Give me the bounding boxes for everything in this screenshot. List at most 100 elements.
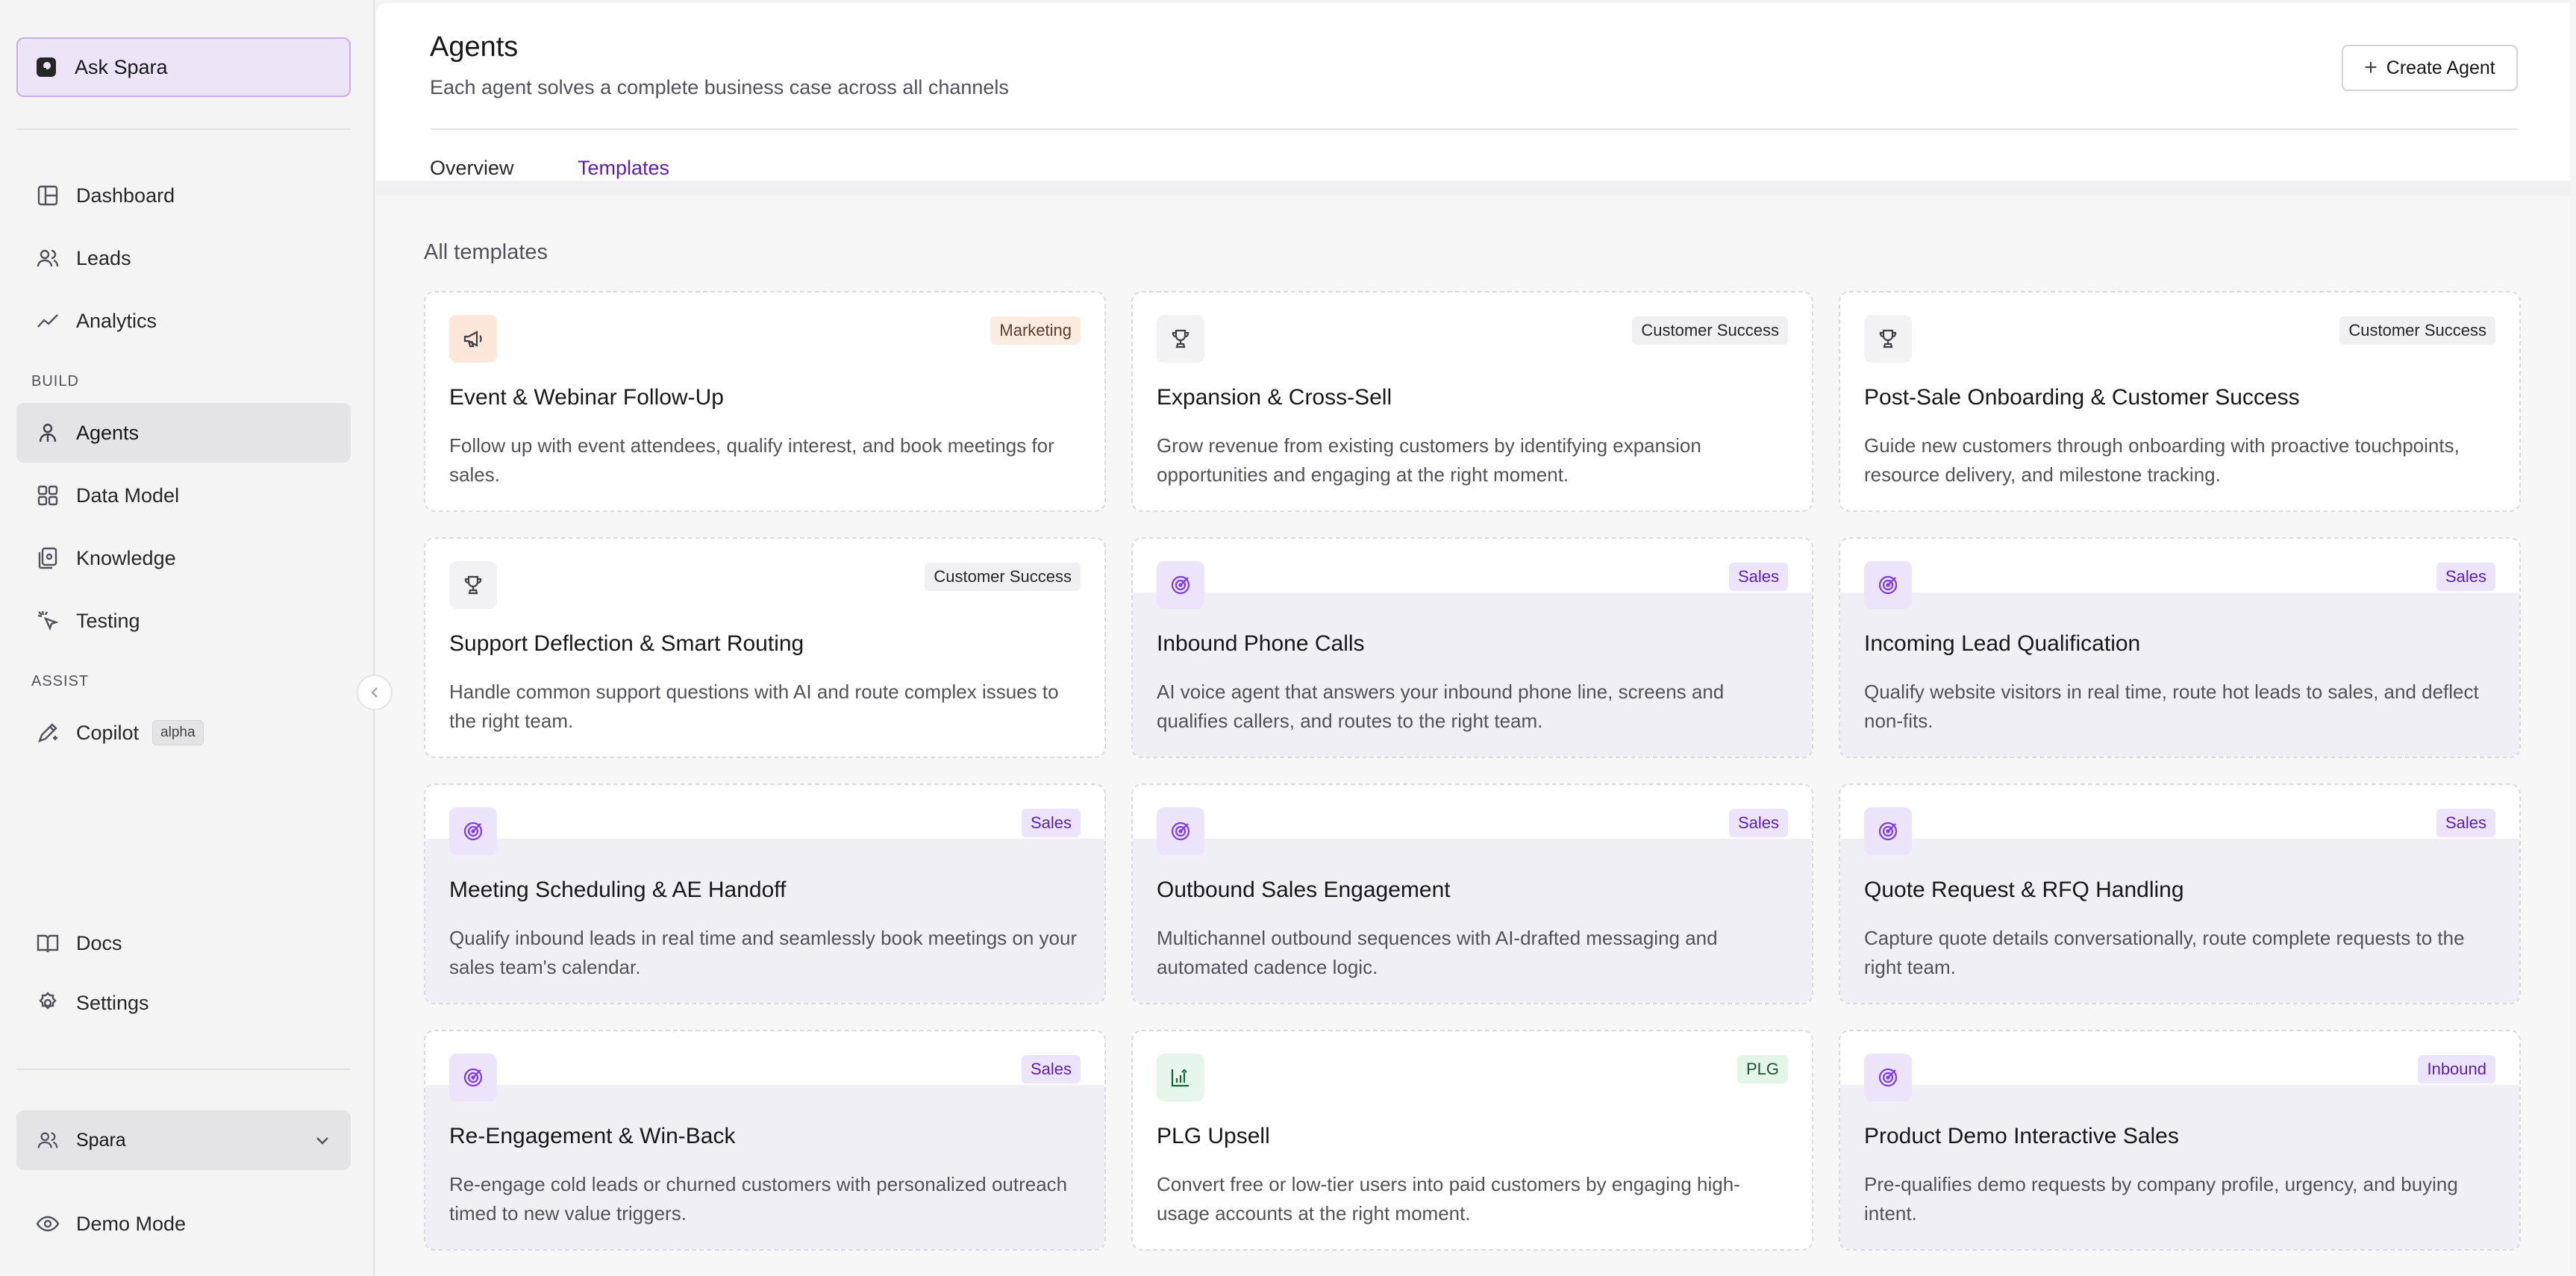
- template-title: Outbound Sales Engagement: [1157, 878, 1451, 902]
- sidebar-divider: [16, 1069, 351, 1070]
- template-description: Qualify inbound leads in real time and s…: [449, 927, 1078, 978]
- spara-logo-icon: [34, 55, 58, 79]
- sidebar-item-knowledge[interactable]: Knowledge: [16, 528, 351, 588]
- category-badge: Sales: [1021, 1055, 1081, 1083]
- users-icon: [33, 1125, 63, 1155]
- ask-spara-button[interactable]: Ask Spara: [16, 37, 351, 97]
- sidebar: Ask Spara Dashboard Leads Analytics BUIL…: [0, 0, 375, 1276]
- template-description: Handle common support questions with AI …: [449, 681, 1059, 732]
- trophy-icon: [1157, 315, 1204, 363]
- tab-templates[interactable]: Templates: [578, 157, 669, 180]
- plus-icon: +: [2364, 55, 2378, 80]
- sidebar-item-analytics[interactable]: Analytics: [16, 291, 351, 351]
- target-icon: [1157, 561, 1204, 609]
- template-description: AI voice agent that answers your inbound…: [1157, 681, 1725, 732]
- dashboard-icon: [33, 181, 63, 210]
- category-badge: Sales: [1728, 809, 1788, 837]
- sidebar-divider: [16, 128, 351, 130]
- agent-icon: [33, 418, 63, 448]
- category-badge: Sales: [1021, 809, 1081, 837]
- assist-section-label: ASSIST: [31, 673, 90, 689]
- page-subtitle: Each agent solves a complete business ca…: [430, 76, 1009, 98]
- sidebar-item-label: Analytics: [76, 309, 157, 332]
- demo-mode-toggle[interactable]: Demo Mode: [16, 1194, 351, 1254]
- megaphone-icon: [449, 315, 497, 363]
- template-card[interactable]: Sales Re-Engagement & Win-Back Re-engage c…: [424, 1030, 1106, 1251]
- template-description: Re-engage cold leads or churned customer…: [449, 1173, 1068, 1225]
- sidebar-item-label: Dashboard: [76, 184, 175, 207]
- template-card[interactable]: Sales Meeting Scheduling & AE Handoff Qual…: [424, 784, 1106, 1004]
- template-card[interactable]: Sales Quote Request & RFQ Handling Capture…: [1839, 784, 2521, 1004]
- trending-icon: [33, 306, 63, 336]
- template-card[interactable]: Customer Success Support Deflection & Sma…: [424, 537, 1106, 758]
- sidebar-item-label: Settings: [76, 991, 149, 1014]
- template-title: Quote Request & RFQ Handling: [1864, 878, 2184, 902]
- template-title: Re-Engagement & Win-Back: [449, 1124, 736, 1148]
- category-badge: Customer Success: [1632, 316, 1788, 345]
- template-title: Expansion & Cross-Sell: [1157, 385, 1392, 410]
- template-card[interactable]: Customer Success Post-Sale Onboarding & C…: [1839, 291, 2521, 512]
- template-description: Capture quote details conversationally, …: [1864, 927, 2465, 978]
- template-card[interactable]: PLG PLG Upsell Convert free or low-tier us…: [1131, 1030, 1813, 1251]
- workspace-switcher[interactable]: Spara: [16, 1110, 351, 1170]
- ask-spara-label: Ask Spara: [75, 55, 168, 78]
- template-description: Convert free or low-tier users into paid…: [1157, 1173, 1740, 1225]
- main-content: Agents Each agent solves a complete busi…: [376, 3, 2570, 1276]
- category-badge: PLG: [1736, 1055, 1788, 1083]
- template-card[interactable]: Sales Inbound Phone Calls AI voice agent t…: [1131, 537, 1813, 758]
- template-card[interactable]: Customer Success Expansion & Cross-Sell Gr…: [1131, 291, 1813, 512]
- template-card[interactable]: Sales Outbound Sales Engagement Multichann…: [1131, 784, 1813, 1004]
- sidebar-item-copilot[interactable]: Copilot alpha: [16, 703, 351, 763]
- documents-icon: [33, 543, 63, 573]
- category-badge: Sales: [2436, 809, 2495, 837]
- template-description: Multichannel outbound sequences with AI-…: [1157, 927, 1718, 978]
- create-agent-button[interactable]: + Create Agent: [2342, 45, 2518, 91]
- build-section-label: BUILD: [31, 373, 79, 390]
- collapse-sidebar-button[interactable]: [357, 675, 393, 710]
- sidebar-item-testing[interactable]: Testing: [16, 591, 351, 651]
- category-badge: Sales: [2436, 563, 2495, 591]
- template-title: Meeting Scheduling & AE Handoff: [449, 878, 787, 902]
- sidebar-item-label: Testing: [76, 609, 140, 632]
- trophy-icon: [449, 561, 497, 609]
- sidebar-item-data-model[interactable]: Data Model: [16, 466, 351, 525]
- template-description: Grow revenue from existing customers by …: [1157, 434, 1701, 486]
- workspace-name: Spara: [76, 1129, 126, 1151]
- sidebar-item-dashboard[interactable]: Dashboard: [16, 166, 351, 225]
- sidebar-item-label: Knowledge: [76, 546, 176, 569]
- template-title: Support Deflection & Smart Routing: [449, 631, 804, 656]
- sidebar-item-leads[interactable]: Leads: [16, 228, 351, 288]
- template-title: Product Demo Interactive Sales: [1864, 1124, 2179, 1148]
- template-description: Follow up with event attendees, qualify …: [449, 434, 1054, 486]
- alpha-badge: alpha: [152, 720, 204, 745]
- sidebar-item-label: Leads: [76, 246, 131, 269]
- category-badge: Customer Success: [925, 563, 1081, 591]
- eye-icon: [33, 1209, 63, 1239]
- template-card[interactable]: Sales Incoming Lead Qualification Qualify …: [1839, 537, 2521, 758]
- template-description: Pre-qualifies demo requests by company p…: [1864, 1173, 2458, 1225]
- sidebar-item-label: Agents: [76, 421, 140, 444]
- chevron-left-icon: [371, 687, 378, 698]
- template-card[interactable]: Marketing Event & Webinar Follow-Up Follow…: [424, 291, 1106, 512]
- category-badge: Inbound: [2418, 1055, 2495, 1083]
- chart-up-icon: [1157, 1054, 1204, 1101]
- sidebar-item-label: Data Model: [76, 484, 180, 507]
- template-title: PLG Upsell: [1157, 1124, 1270, 1148]
- gear-icon: [33, 988, 63, 1018]
- target-icon: [449, 807, 497, 855]
- sidebar-item-label: Copilot: [76, 721, 140, 744]
- template-title: Event & Webinar Follow-Up: [449, 385, 724, 410]
- demo-mode-label: Demo Mode: [76, 1212, 187, 1235]
- template-description: Qualify website visitors in real time, r…: [1864, 681, 2479, 732]
- template-card[interactable]: Inbound Product Demo Interactive Sales Pre…: [1839, 1030, 2521, 1251]
- cursor-click-icon: [33, 606, 63, 636]
- target-icon: [1157, 807, 1204, 855]
- target-icon: [1864, 807, 1912, 855]
- tab-overview[interactable]: Overview: [430, 157, 514, 180]
- category-badge: Customer Success: [2339, 316, 2495, 345]
- section-title: All templates: [424, 240, 548, 264]
- sidebar-item-agents[interactable]: Agents: [16, 403, 351, 463]
- sidebar-item-settings[interactable]: Settings: [16, 973, 351, 1033]
- sidebar-item-docs[interactable]: Docs: [16, 913, 351, 973]
- template-title: Inbound Phone Calls: [1157, 631, 1365, 656]
